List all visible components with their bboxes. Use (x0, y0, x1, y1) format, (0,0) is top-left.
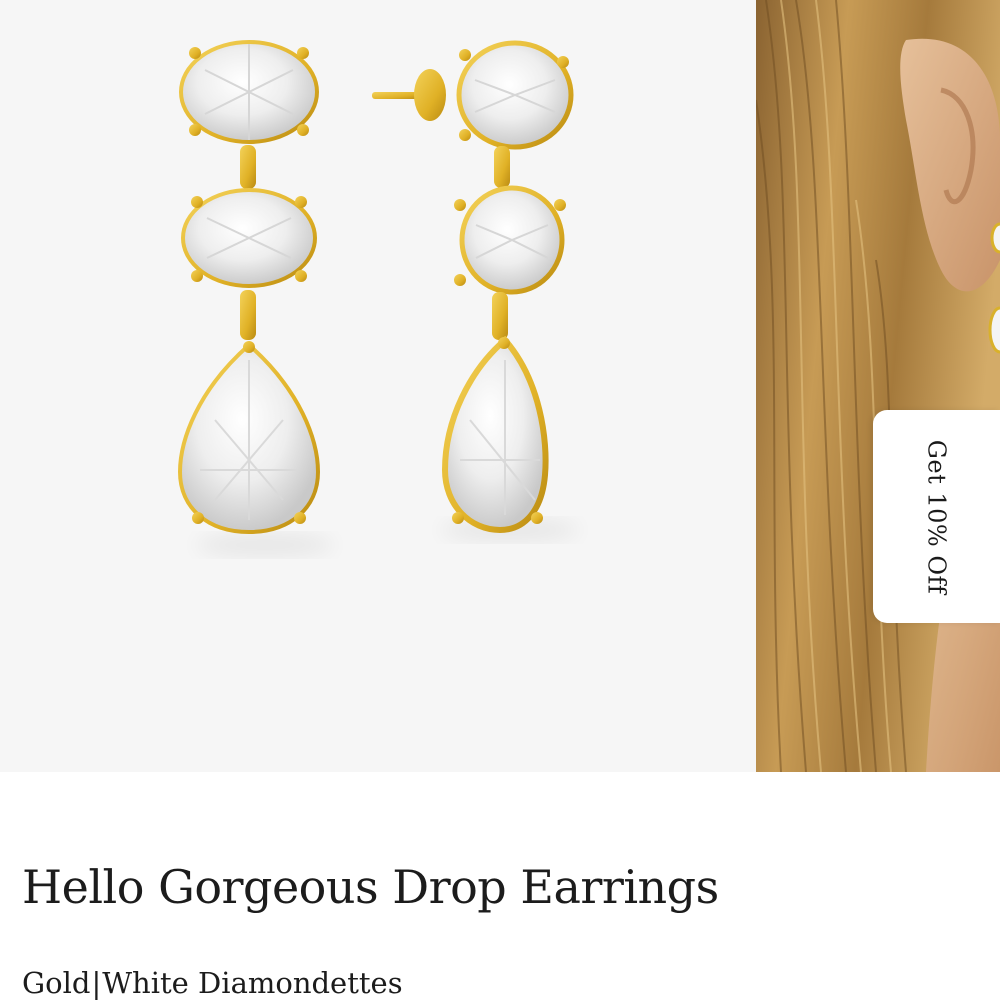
product-variant: Gold|White Diamondettes (22, 966, 403, 1000)
product-image[interactable] (0, 0, 756, 772)
right-earring (372, 40, 574, 534)
left-earring (177, 40, 321, 535)
product-title: Hello Gorgeous Drop Earrings (22, 860, 719, 914)
product-gallery[interactable] (0, 0, 1000, 772)
discount-tab-button[interactable]: Get 10% Off (873, 410, 1000, 623)
model-illustration (756, 0, 1000, 772)
variant-stone: White Diamondettes (102, 966, 403, 1000)
product-page: Get 10% Off Hello Gorgeous Drop Earrings… (0, 0, 1000, 1000)
variant-separator: | (91, 966, 102, 1000)
earrings-illustration (177, 40, 580, 555)
model-image[interactable] (756, 0, 1000, 772)
variant-metal: Gold (22, 966, 91, 1000)
discount-tab-label: Get 10% Off (922, 439, 951, 594)
